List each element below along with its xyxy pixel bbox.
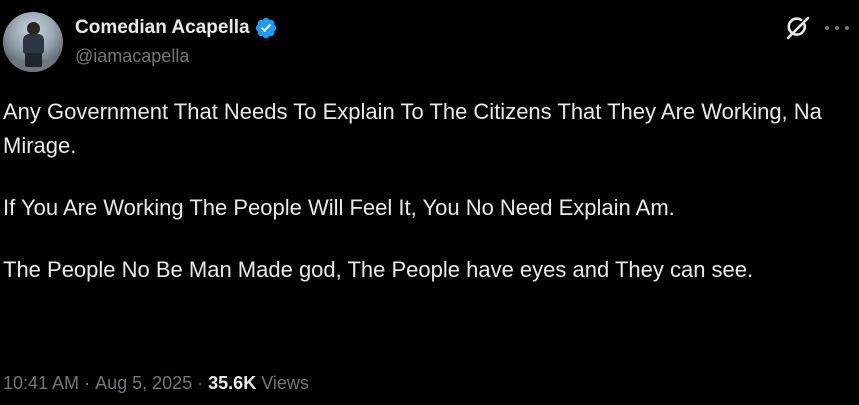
tweet-paragraph: The People No Be Man Made god, The Peopl… <box>3 257 754 282</box>
meta-separator: · <box>84 373 91 393</box>
meta-separator: · <box>197 373 204 393</box>
tweet-meta: 10:41 AM · Aug 5, 2025 · 35.6K Views <box>3 373 309 394</box>
author-handle[interactable]: @iamacapella <box>75 46 189 67</box>
tweet-paragraph: Any Government That Needs To Explain To … <box>3 99 822 158</box>
verified-badge-icon[interactable] <box>254 16 278 40</box>
tweet-date[interactable]: Aug 5, 2025 <box>95 373 192 394</box>
tweet-paragraph: If You Are Working The People Will Feel … <box>3 195 675 220</box>
author-display-name[interactable]: Comedian Acapella <box>75 17 250 39</box>
tweet-header: Comedian Acapella @iamacapella <box>0 12 859 72</box>
more-options-icon[interactable] <box>825 18 849 38</box>
avatar[interactable] <box>3 12 63 72</box>
tweet-body: Any Government That Needs To Explain To … <box>3 95 853 287</box>
more-dot-icon <box>835 26 839 30</box>
avatar-legs <box>25 53 42 67</box>
avatar-torso <box>23 34 44 54</box>
views-count[interactable]: 35.6K <box>208 373 256 394</box>
tweet-time[interactable]: 10:41 AM <box>3 373 79 394</box>
more-dot-icon <box>825 26 829 30</box>
more-dot-icon <box>845 26 849 30</box>
views-label: Views <box>261 373 309 393</box>
grok-icon[interactable] <box>785 15 811 41</box>
author-name-row: Comedian Acapella <box>75 16 278 40</box>
